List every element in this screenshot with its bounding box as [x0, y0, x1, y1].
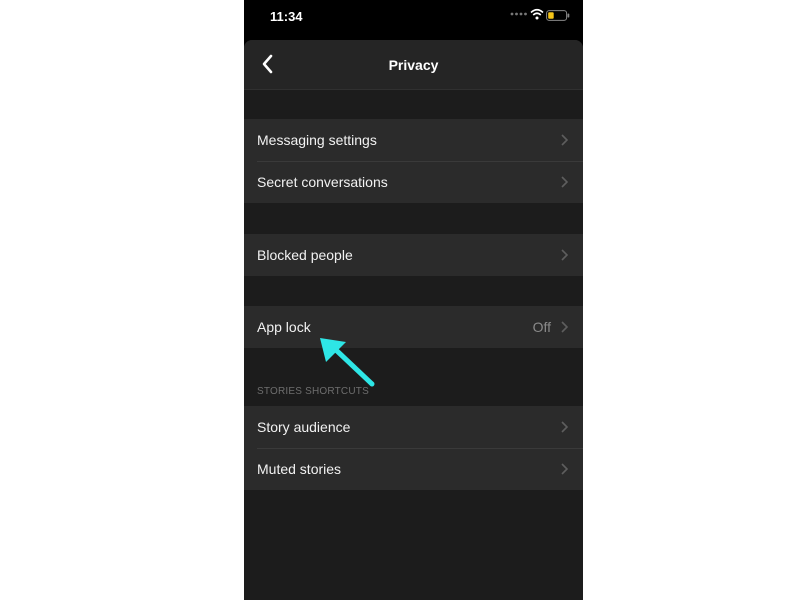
settings-group-blocked: Blocked people — [244, 234, 583, 276]
secret-conversations-row[interactable]: Secret conversations — [244, 161, 583, 203]
phone-screen: 11:34 Privacy Messaging settings Secret … — [244, 0, 583, 600]
settings-group-stories: Story audience Muted stories — [244, 406, 583, 490]
page-title: Privacy — [388, 57, 439, 73]
chevron-right-icon — [561, 134, 568, 146]
row-label: Muted stories — [257, 461, 342, 477]
settings-group-app-lock: App lock Off — [244, 306, 583, 348]
app-lock-value: Off — [532, 319, 551, 335]
wifi-icon — [530, 8, 544, 20]
battery-icon — [546, 10, 570, 21]
chevron-right-icon — [561, 463, 568, 475]
blocked-people-row[interactable]: Blocked people — [244, 234, 583, 276]
row-label: Messaging settings — [257, 132, 377, 148]
chevron-right-icon — [561, 176, 568, 188]
nav-bar: Privacy — [244, 40, 583, 90]
chevron-right-icon — [561, 249, 568, 261]
status-time: 11:34 — [270, 9, 303, 24]
signal-dots-icon — [510, 12, 527, 16]
muted-stories-row[interactable]: Muted stories — [244, 448, 583, 490]
privacy-sheet: Privacy Messaging settings Secret conver… — [244, 40, 583, 600]
status-bar: 11:34 — [244, 0, 583, 34]
row-label: App lock — [257, 319, 311, 335]
messaging-settings-row[interactable]: Messaging settings — [244, 119, 583, 161]
chevron-right-icon — [561, 321, 568, 333]
row-label: Story audience — [257, 419, 351, 435]
app-lock-row[interactable]: App lock Off — [244, 306, 583, 348]
story-audience-row[interactable]: Story audience — [244, 406, 583, 448]
chevron-right-icon — [561, 421, 568, 433]
row-label: Blocked people — [257, 247, 353, 263]
settings-group-messaging: Messaging settings Secret conversations — [244, 119, 583, 203]
annotation-arrow-icon — [320, 338, 375, 387]
row-label: Secret conversations — [257, 174, 388, 190]
